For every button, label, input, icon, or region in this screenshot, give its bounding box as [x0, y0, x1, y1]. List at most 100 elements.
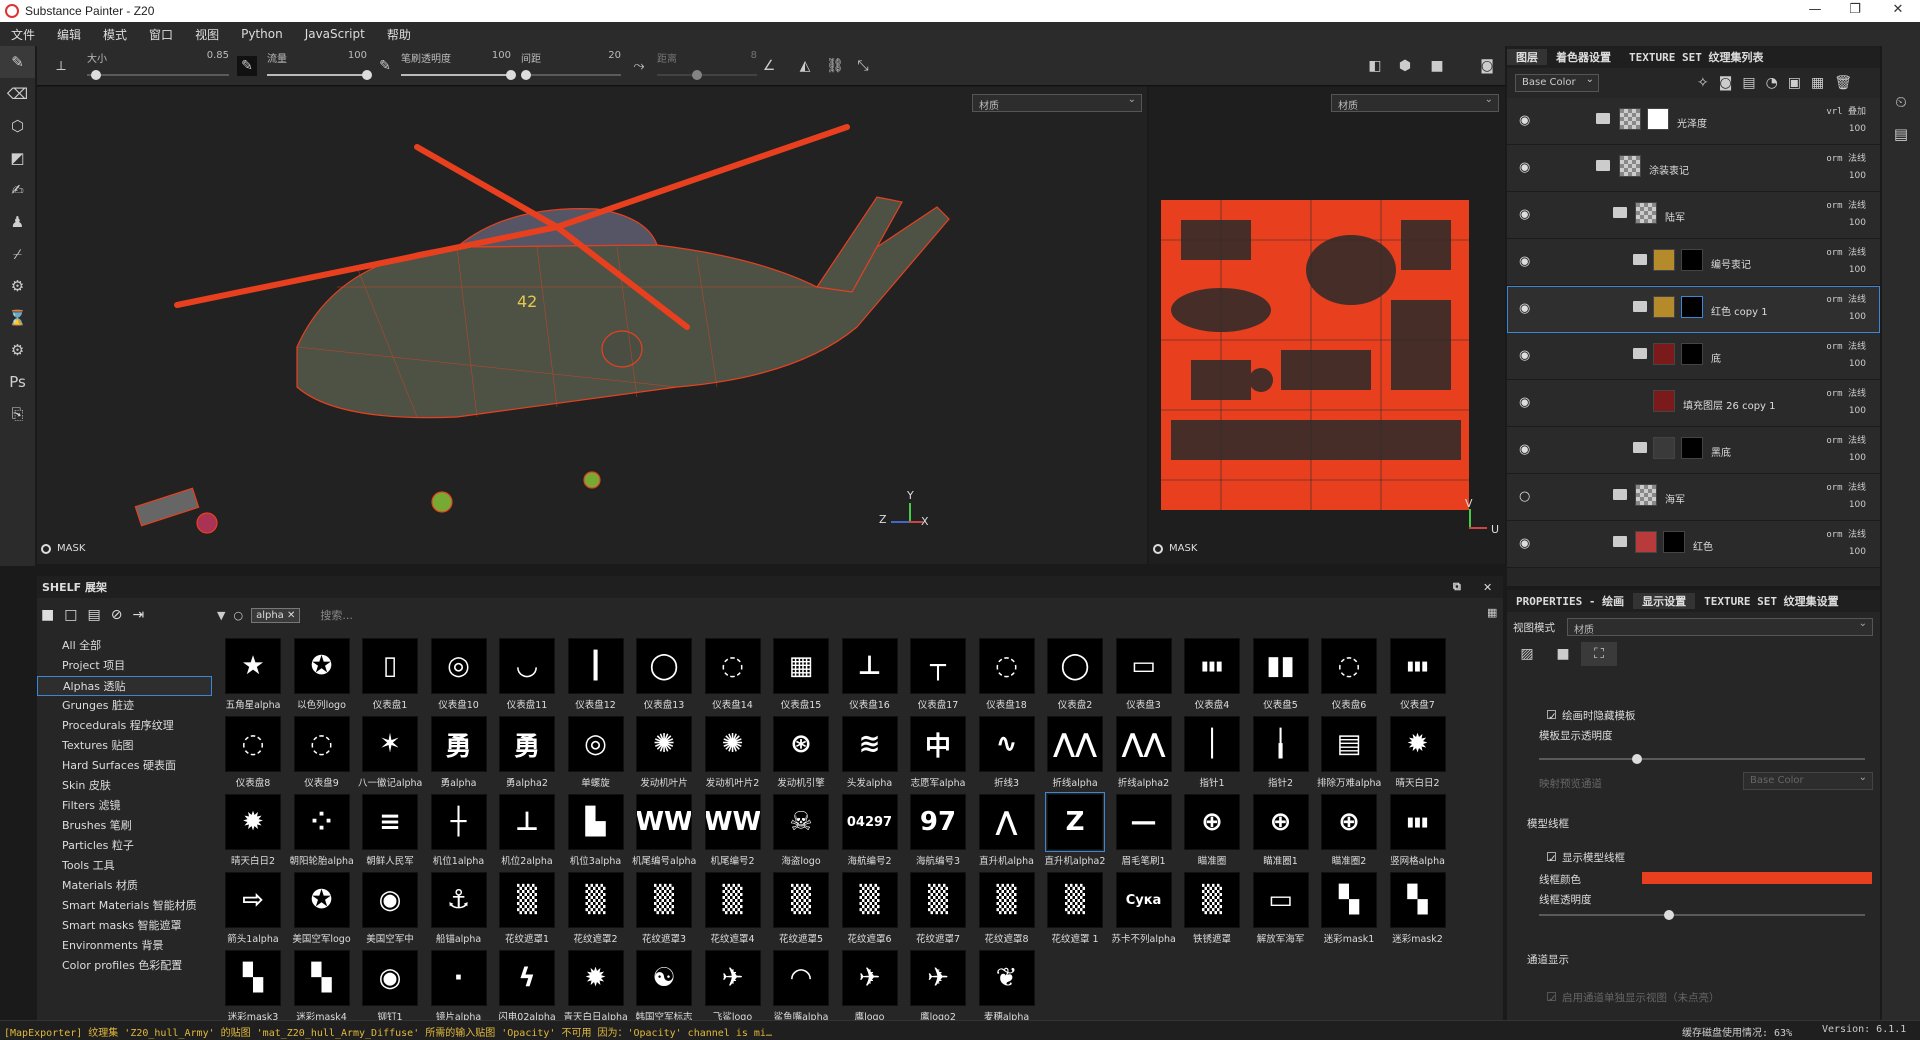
alpha-asset-item[interactable]: ⊥ 机位2alpha [495, 792, 564, 870]
history-icon[interactable]: ⏲ [1882, 86, 1920, 118]
material-mode-dropdown-2d[interactable]: 材质 [1331, 94, 1499, 112]
tab-display-settings[interactable]: 显示设置 [1633, 593, 1696, 609]
history-icon[interactable]: ⌛ [0, 302, 35, 334]
alpha-asset-item[interactable]: WW 机尾编号2 [701, 792, 770, 870]
lazy-mouse-icon[interactable]: ⤳ [629, 56, 649, 76]
alpha-asset-item[interactable]: ◠ 鲨鱼嘴alpha [769, 948, 838, 1026]
alpha-asset-item[interactable]: ★ 五角星alpha [221, 636, 290, 714]
alpha-asset-item[interactable]: ▒ 花纹遮罩3 [632, 870, 701, 948]
alpha-asset-item[interactable]: ⋀⋀ 折线alpha [1043, 714, 1112, 792]
alpha-asset-item[interactable]: ◌ 仪表盘18 [975, 636, 1044, 714]
alpha-asset-item[interactable]: ┼ 机位1alpha [427, 792, 496, 870]
menu-python[interactable]: Python [230, 27, 294, 41]
wire-opacity-slider[interactable] [1539, 910, 1865, 920]
visibility-eye-icon[interactable]: ◉ [1519, 301, 1530, 316]
tab-layers[interactable]: 图层 [1507, 49, 1547, 65]
alpha-asset-item[interactable]: ✈ 鹰logo2 [906, 948, 975, 1026]
view-mode-dropdown[interactable]: 材质 [1567, 618, 1873, 636]
transform-icon[interactable]: ⤡ [853, 56, 873, 76]
alpha-asset-item[interactable]: ▚ 迷彩mask4 [290, 948, 359, 1026]
category-item[interactable]: Color profiles 色彩配置 [37, 956, 212, 976]
category-item[interactable]: Environments 背景 [37, 936, 212, 956]
alpha-asset-item[interactable]: ⚓ 船锚alpha [427, 870, 496, 948]
alpha-asset-item[interactable]: ≡ 朝鲜人民军 [358, 792, 427, 870]
alpha-asset-item[interactable]: ✈ 鹰logo [838, 948, 907, 1026]
category-item[interactable]: Brushes 笔刷 [37, 816, 212, 836]
alpha-asset-item[interactable]: ◌ 仪表盘8 [221, 714, 290, 792]
save-icon[interactable]: ▤ [87, 607, 100, 623]
layer-row[interactable]: ◉ 填充图层 26 copy 1 orm 法线 100 [1507, 380, 1880, 427]
alpha-asset-item[interactable]: ◎ 仪表盘10 [427, 636, 496, 714]
add-fill-layer-icon[interactable]: ▤ [1742, 75, 1755, 91]
hide-template-checkbox[interactable]: ✓ 绘画时隐藏模板 [1547, 708, 1636, 723]
category-item[interactable]: Materials 材质 [37, 876, 212, 896]
minimize-button[interactable]: — [1795, 0, 1835, 22]
layer-row[interactable]: ◉ 光泽度 vrl 叠加 100 [1507, 98, 1880, 145]
viewport-3d[interactable]: 材质 42 Y Z X M [37, 87, 1147, 564]
alpha-asset-item[interactable]: ✺ 发动机叶片2 [701, 714, 770, 792]
visibility-eye-icon[interactable]: ◉ [1519, 254, 1530, 269]
alpha-asset-item[interactable]: ▮▮▮ 仪表盘4 [1180, 636, 1249, 714]
alpha-asset-item[interactable]: ◎ 单螺旋 [564, 714, 633, 792]
alpha-asset-item[interactable]: ✹ 晴天白日2 [1386, 714, 1455, 792]
alpha-asset-item[interactable]: ▯ 仪表盘1 [358, 636, 427, 714]
filter-icon[interactable]: ▼ [217, 609, 225, 622]
alpha-asset-item[interactable]: ▚ 迷彩mask3 [221, 948, 290, 1026]
visibility-eye-icon[interactable]: ◉ [1519, 348, 1530, 363]
add-group-icon[interactable]: ▣ [1788, 75, 1801, 91]
layer-row[interactable]: ◉ 涂装衷记 orm 法线 100 [1507, 145, 1880, 192]
alpha-asset-item[interactable]: ⊥ 仪表盘16 [838, 636, 907, 714]
category-item[interactable]: Alphas 透贴 [37, 676, 212, 696]
menu-edit[interactable]: 编辑 [46, 26, 92, 43]
camera-icon[interactable]: ■ [1545, 642, 1581, 666]
visibility-eye-off-icon[interactable]: ○ [1519, 489, 1530, 504]
alpha-asset-item[interactable]: ☯ 韩国空军标志 [632, 948, 701, 1026]
alpha-asset-item[interactable]: ◯ 仪表盘2 [1043, 636, 1112, 714]
mask-toggle-2d[interactable]: MASK [1153, 543, 1197, 554]
alpha-asset-item[interactable]: ◌ 仪表盘6 [1317, 636, 1386, 714]
symmetry-icon[interactable]: ⟂ [51, 56, 71, 76]
hide-icon[interactable]: ⊘ [111, 607, 123, 623]
alpha-asset-item[interactable]: ❦ 麦穗alpha [975, 948, 1044, 1026]
tab-texture-set-settings[interactable]: TEXTURE SET 纹理集设置 [1695, 593, 1847, 609]
visibility-eye-icon[interactable]: ◉ [1519, 536, 1530, 551]
wire-color-swatch[interactable] [1642, 872, 1872, 884]
layer-row[interactable]: ◉ 编号衷记 orm 法线 100 [1507, 239, 1880, 286]
viewport-2d[interactable]: 材质 V U MASK [1149, 87, 1505, 564]
alpha-asset-item[interactable]: ▤ 排除万难alpha [1317, 714, 1386, 792]
category-item[interactable]: All 全部 [37, 636, 212, 656]
bake-icon[interactable]: ⚙ [0, 270, 35, 302]
menu-javascript[interactable]: JavaScript [294, 27, 376, 41]
alpha-asset-item[interactable]: ▒ 花纹遮罩5 [769, 870, 838, 948]
alpha-asset-item[interactable]: Сука 苏卡不列alpha [1112, 870, 1181, 948]
log-icon[interactable]: ▤ [1882, 118, 1920, 150]
alpha-asset-item[interactable]: ◉ 美国空军中 [358, 870, 427, 948]
menu-help[interactable]: 帮助 [376, 26, 422, 43]
screenshot-icon[interactable]: ◙ [1477, 56, 1497, 76]
polygon-fill-icon[interactable]: ◩ [0, 142, 35, 174]
category-item[interactable]: Filters 滤镜 [37, 796, 212, 816]
alpha-asset-item[interactable]: ✈ 飞鲨logo [701, 948, 770, 1026]
alpha-asset-item[interactable]: ▦ 仪表盘15 [769, 636, 838, 714]
photoshop-icon[interactable]: Ps [0, 366, 35, 398]
menu-file[interactable]: 文件 [0, 26, 46, 43]
image-icon[interactable]: ▨ [1509, 642, 1545, 666]
grid-view-icon[interactable]: ▦ [1487, 606, 1497, 619]
tab-properties-paint[interactable]: PROPERTIES - 绘画 [1507, 593, 1633, 609]
opacity-slider[interactable]: 笔刷透明度 100 [401, 46, 516, 86]
alpha-asset-item[interactable]: ◌ 仪表盘14 [701, 636, 770, 714]
alpha-asset-item[interactable]: ▙ 机位3alpha [564, 792, 633, 870]
alpha-asset-item[interactable]: ▮▮▮ 竖网格alpha [1386, 792, 1455, 870]
alpha-asset-item[interactable]: ▮▮ 仪表盘5 [1249, 636, 1318, 714]
alpha-asset-item[interactable]: ⋀ 直升机alpha [975, 792, 1044, 870]
channel-select[interactable]: Base Color [1515, 74, 1599, 92]
category-item[interactable]: Hard Surfaces 硬表面 [37, 756, 212, 776]
angle-icon[interactable]: ∠ [759, 56, 779, 76]
alpha-asset-item[interactable]: ⊕ 瞄准圈2 [1317, 792, 1386, 870]
alpha-asset-item[interactable]: ⁘ 朝阳轮胎alpha [290, 792, 359, 870]
category-item[interactable]: Tools 工具 [37, 856, 212, 876]
close-icon[interactable]: ✕ [1483, 581, 1492, 594]
add-layer-icon[interactable]: ◔ [1766, 75, 1778, 91]
delete-icon[interactable]: 🗑 [1834, 75, 1852, 91]
alpha-asset-item[interactable]: ╽ 指针2 [1249, 714, 1318, 792]
